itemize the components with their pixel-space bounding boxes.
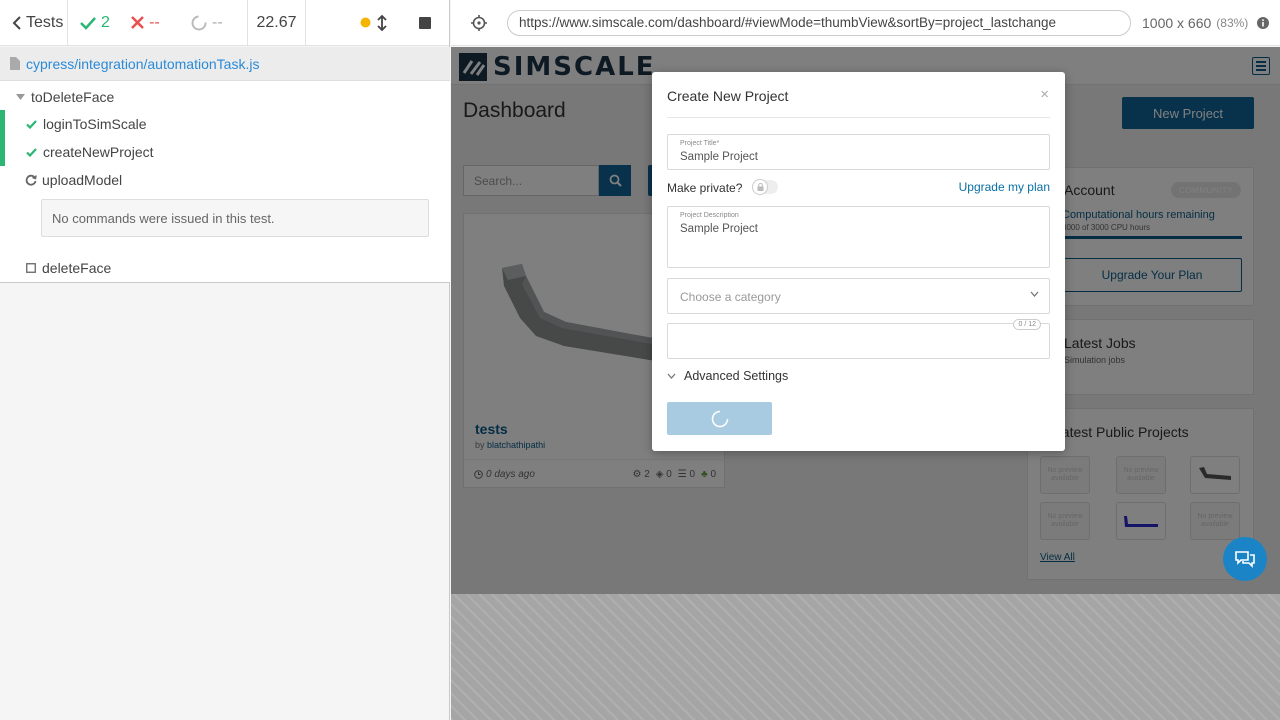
test-title: createNewProject — [43, 144, 154, 160]
check-icon — [26, 119, 37, 129]
project-title-field[interactable]: Project Title* Sample Project — [667, 134, 1050, 170]
refresh-icon — [25, 174, 37, 186]
suite-title: toDeleteFace — [31, 89, 115, 105]
chevron-left-icon — [12, 15, 22, 30]
test-reporter: Tests 2 -- -- 22.67 cypress/integration/… — [0, 0, 450, 720]
viewport-backdrop — [451, 594, 1280, 720]
modal-title: Create New Project — [667, 88, 789, 104]
failed-count: -- — [119, 14, 177, 32]
url-field[interactable]: https://www.simscale.com/dashboard/#view… — [507, 9, 1131, 36]
app-under-test: SIMSCALE Dashboard New Project Search...… — [451, 47, 1280, 594]
chevron-down-icon — [667, 373, 676, 379]
test-row[interactable]: loginToSimScale — [0, 110, 450, 138]
modal-close-button[interactable]: × — [1040, 87, 1049, 102]
test-row[interactable]: uploadModel — [0, 166, 450, 194]
pending-count: -- — [177, 14, 247, 32]
category-select[interactable]: Choose a category — [667, 278, 1050, 314]
create-project-modal: Create New Project × Project Title* Samp… — [652, 72, 1065, 451]
advanced-settings-toggle[interactable]: Advanced Settings — [667, 369, 788, 383]
duration-display: 22.67 — [247, 0, 305, 46]
chat-button[interactable] — [1223, 537, 1267, 581]
check-icon — [26, 147, 37, 157]
browser-toolbar: https://www.simscale.com/dashboard/#view… — [451, 0, 1280, 46]
chat-icon — [1234, 549, 1256, 569]
project-title-value: Sample Project — [680, 151, 758, 163]
running-indicator-icon — [360, 17, 371, 28]
test-row[interactable]: deleteFace — [0, 254, 450, 282]
tags-input[interactable]: 0 / 12 — [667, 319, 1050, 359]
selector-playground-button[interactable] — [451, 0, 507, 46]
test-title: loginToSimScale — [43, 116, 147, 132]
suite-row[interactable]: toDeleteFace — [0, 87, 450, 107]
project-description-field[interactable]: Project Description Sample Project — [667, 206, 1050, 268]
create-project-button[interactable] — [667, 402, 772, 435]
chevron-down-icon — [1030, 291, 1039, 297]
tests-back-button[interactable]: Tests — [0, 0, 68, 46]
spec-file-bar: cypress/integration/automationTask.js — [0, 47, 450, 81]
runner-controls — [306, 0, 449, 46]
test-title: deleteFace — [42, 260, 112, 276]
viewport-info: 1000 x 660 (83%) — [1142, 14, 1270, 31]
category-placeholder: Choose a category — [680, 290, 781, 304]
tag-counter: 0 / 12 — [1013, 319, 1041, 330]
advanced-settings-label: Advanced Settings — [684, 369, 789, 383]
make-private-label: Make private? — [667, 181, 743, 195]
no-commands-message: No commands were issued in this test. — [41, 199, 429, 237]
square-icon — [26, 263, 36, 273]
x-icon — [131, 16, 144, 29]
description-value: Sample Project — [680, 223, 758, 235]
viewport-scale: (83%) — [1216, 15, 1249, 30]
spec-file-link[interactable]: cypress/integration/automationTask.js — [26, 56, 259, 72]
test-stats: 2 -- -- 22.67 — [68, 0, 306, 46]
auto-scroll-icon[interactable] — [377, 14, 387, 31]
loading-spinner-icon — [711, 410, 729, 428]
upgrade-plan-link[interactable]: Upgrade my plan — [959, 180, 1050, 194]
passed-count: 2 — [68, 14, 119, 32]
description-label: Project Description — [680, 212, 739, 219]
caret-down-icon — [16, 94, 25, 100]
tests-back-label: Tests — [26, 13, 64, 31]
check-icon — [80, 16, 96, 30]
spinner-icon — [191, 15, 207, 31]
crosshair-icon — [471, 14, 487, 31]
project-title-label: Project Title* — [680, 140, 720, 147]
make-private-toggle[interactable] — [752, 179, 778, 195]
file-icon — [10, 57, 20, 70]
info-icon[interactable] — [1257, 16, 1270, 29]
modal-divider — [667, 117, 1050, 118]
reporter-body: cypress/integration/automationTask.js to… — [0, 47, 450, 283]
lock-icon — [752, 179, 768, 195]
reporter-header: Tests 2 -- -- 22.67 — [0, 0, 449, 46]
test-row[interactable]: createNewProject — [0, 138, 450, 166]
stop-icon[interactable] — [419, 16, 431, 29]
test-title: uploadModel — [42, 172, 123, 188]
viewport-size: 1000 x 660 — [1142, 14, 1212, 31]
